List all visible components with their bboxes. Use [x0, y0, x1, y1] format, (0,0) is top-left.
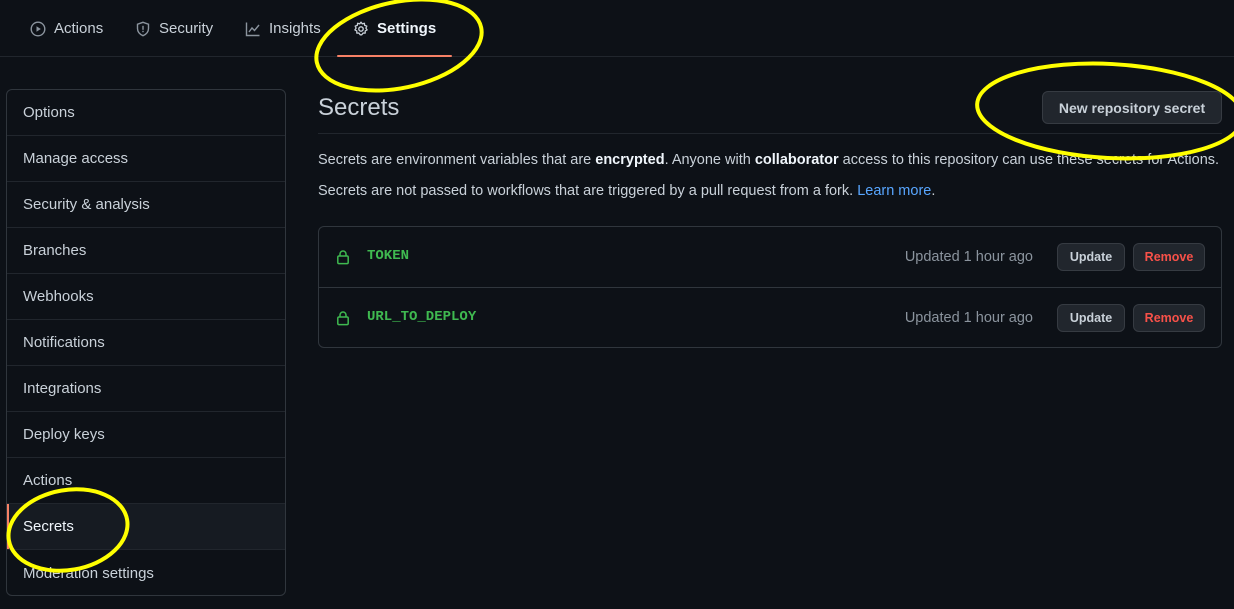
remove-button[interactable]: Remove — [1133, 243, 1205, 271]
tab-settings[interactable]: Settings — [336, 0, 453, 57]
tab-label: Settings — [377, 20, 437, 37]
new-repository-secret-button[interactable]: New repository secret — [1042, 91, 1222, 124]
sidebar-item-options[interactable]: Options — [7, 90, 285, 136]
repo-tab-nav: Actions Security Insights Settings — [0, 0, 1234, 57]
update-button[interactable]: Update — [1057, 304, 1125, 332]
tab-label: Insights — [269, 20, 321, 37]
secrets-description: Secrets are environment variables that a… — [318, 152, 1219, 168]
sidebar-item-label: Notifications — [23, 334, 105, 351]
play-icon — [30, 20, 46, 37]
sidebar-item-label: Integrations — [23, 380, 102, 397]
sidebar-item-label: Webhooks — [23, 288, 94, 305]
sidebar-item-label: Options — [23, 104, 75, 121]
lock-icon — [337, 311, 349, 326]
page-title: Secrets — [318, 94, 400, 121]
desc-text: access to this repository can use these … — [838, 152, 1220, 168]
tab-label: Actions — [54, 20, 104, 37]
gear-icon — [354, 21, 368, 35]
learn-more-link[interactable]: Learn more — [857, 183, 931, 199]
desc-text: . — [931, 183, 936, 199]
tab-insights[interactable]: Insights — [245, 0, 321, 57]
desc-text: Secrets are not passed to workflows that… — [318, 183, 858, 199]
sidebar-item-label: Deploy keys — [23, 426, 105, 443]
tab-actions[interactable]: Actions — [30, 0, 103, 57]
secret-updated: Updated 1 hour ago — [904, 249, 1033, 265]
sidebar-item-integrations[interactable]: Integrations — [7, 366, 285, 412]
desc-emphasis: encrypted — [595, 152, 665, 168]
tab-security[interactable]: Security — [135, 0, 213, 57]
secret-name: TOKEN — [367, 248, 410, 264]
sidebar-item-notifications[interactable]: Notifications — [7, 320, 285, 366]
sidebar-item-label: Security & analysis — [23, 196, 150, 213]
fork-notice: Secrets are not passed to workflows that… — [318, 183, 935, 199]
remove-button[interactable]: Remove — [1133, 304, 1205, 332]
sidebar-item-secrets[interactable]: Secrets — [7, 504, 285, 550]
sidebar-item-moderation-settings[interactable]: Moderation settings — [7, 550, 285, 595]
sidebar-item-label: Secrets — [23, 518, 74, 535]
sidebar-item-label: Moderation settings — [23, 564, 154, 582]
secret-row: URL_TO_DEPLOY Updated 1 hour ago Update … — [319, 287, 1221, 347]
secret-updated: Updated 1 hour ago — [904, 310, 1033, 326]
graph-icon — [245, 22, 260, 36]
desc-emphasis: collaborator — [754, 152, 839, 168]
desc-text: Secrets are environment variables that a… — [318, 152, 596, 168]
lock-icon — [337, 250, 349, 265]
secrets-list: TOKEN Updated 1 hour ago Update Remove U… — [318, 226, 1222, 348]
sidebar-item-label: Actions — [23, 472, 73, 489]
sidebar-item-security-analysis[interactable]: Security & analysis — [7, 182, 285, 228]
secret-row: TOKEN Updated 1 hour ago Update Remove — [319, 227, 1221, 287]
sidebar-item-deploy-keys[interactable]: Deploy keys — [7, 412, 285, 458]
sidebar-item-actions[interactable]: Actions — [7, 458, 285, 504]
shield-icon — [136, 21, 150, 36]
sidebar-item-branches[interactable]: Branches — [7, 228, 285, 274]
sidebar-item-label: Branches — [23, 242, 87, 259]
sidebar-item-manage-access[interactable]: Manage access — [7, 136, 285, 182]
secret-name: URL_TO_DEPLOY — [367, 309, 477, 325]
desc-text: . Anyone with — [664, 152, 755, 168]
update-button[interactable]: Update — [1057, 243, 1125, 271]
title-divider — [318, 133, 1222, 134]
sidebar-item-label: Manage access — [23, 150, 129, 167]
sidebar-item-webhooks[interactable]: Webhooks — [7, 274, 285, 320]
settings-sidebar: Options Manage access Security & analysi… — [6, 89, 286, 596]
tab-label: Security — [159, 20, 214, 37]
